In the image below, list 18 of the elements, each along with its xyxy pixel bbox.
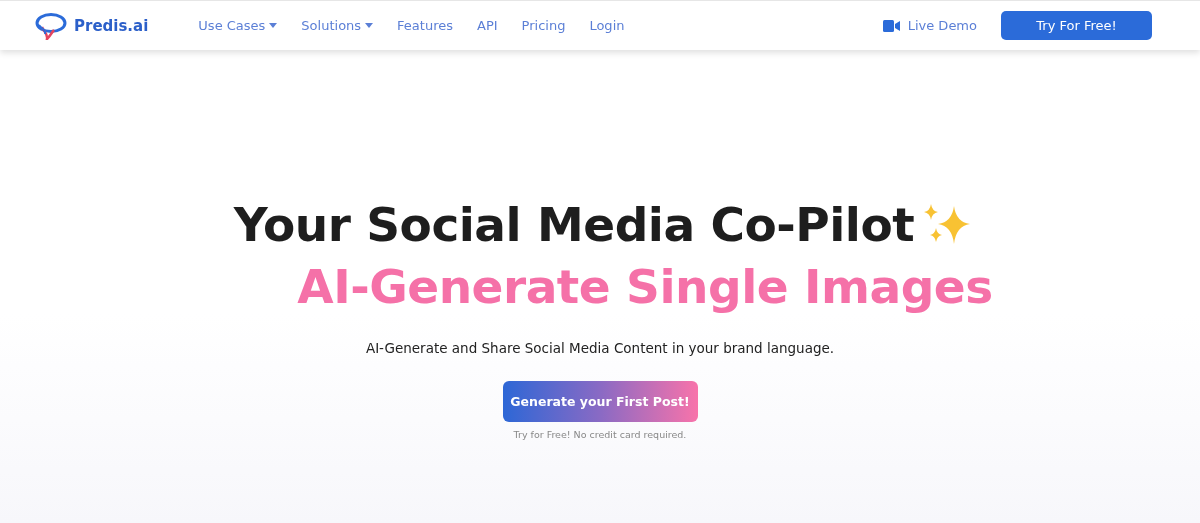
nav-link[interactable]: Use Cases: [198, 18, 278, 33]
logo-text[interactable]: Predis.ai: [74, 16, 149, 35]
nav-link[interactable]: Solutions: [301, 18, 374, 33]
hero-title: Your Social Media Co-Pilot: [233, 196, 915, 254]
nav-link[interactable]: Pricing: [521, 18, 566, 33]
video-camera-icon: [882, 19, 900, 32]
nav-link[interactable]: Login: [589, 18, 625, 33]
nav-link[interactable]: API: [477, 18, 498, 33]
hero-description: AI-Generate and Share Social Media Content in your brand language.: [365, 340, 835, 356]
caret-icon: [269, 23, 278, 28]
caret-icon: [365, 23, 374, 28]
hero-subtitle: AI-Generate Single Images: [297, 258, 993, 316]
live-demo-link[interactable]: Live Demo: [882, 18, 977, 33]
free-trial-note: Try for Free! No credit card required.: [513, 429, 687, 440]
nav-link[interactable]: Features: [397, 18, 453, 33]
speech-bubble-logo-icon: [34, 11, 68, 40]
generate-post-button[interactable]: Generate your First Post!: [502, 381, 698, 422]
try-for-free-button[interactable]: Try For Free!: [1001, 11, 1152, 40]
